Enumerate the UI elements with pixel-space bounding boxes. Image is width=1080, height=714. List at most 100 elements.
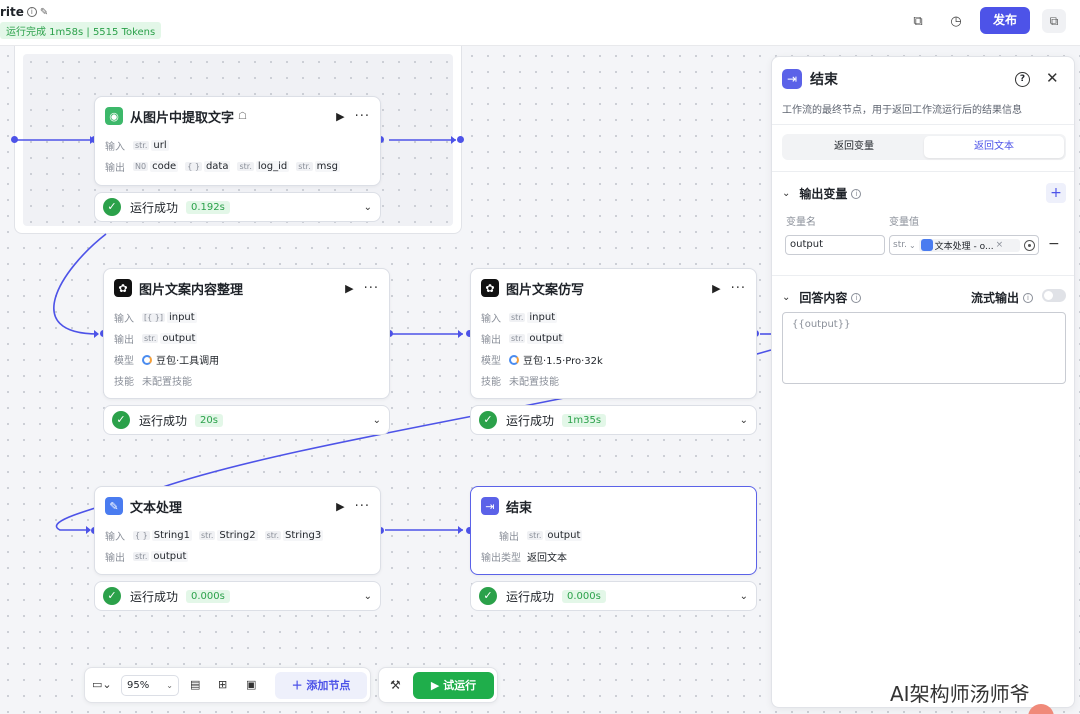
var-value-select[interactable]: str. ⌄ 文本处理 - o... ×	[889, 235, 1039, 255]
node-header[interactable]: ✿ 图片文案仿写 ▶ ···	[471, 269, 756, 307]
panel-title: 结束	[810, 72, 838, 88]
output-label: 输出	[105, 553, 125, 564]
answer-section[interactable]: ⌄ 回答内容 i	[782, 289, 862, 306]
output-row: 输出 str. output	[471, 525, 756, 546]
status-card-end[interactable]: ✓ 运行成功 0.000s ⌄	[470, 581, 757, 611]
chevron-down-icon[interactable]: ⌄	[740, 415, 748, 426]
panel-description: 工作流的最终节点，用于返回工作流运行后的结果信息	[782, 105, 1022, 116]
chevron-down-icon[interactable]: ⌄	[782, 292, 790, 303]
close-icon[interactable]: ×	[996, 240, 1004, 250]
play-icon[interactable]: ▶	[345, 282, 353, 295]
chevron-down-icon[interactable]: ⌄	[782, 188, 790, 199]
bottom-toolbar: ▭⌄ 95% ⌄ ▤ ⊞ ▣ ＋ 添加节点	[84, 667, 371, 703]
layout-icon[interactable]: ⊞	[218, 678, 227, 691]
node-header[interactable]: ✎ 文本处理 ▶ ···	[95, 487, 380, 525]
close-icon[interactable]: ✕	[1046, 69, 1059, 87]
chevron-down-icon[interactable]: ⌄	[364, 202, 372, 213]
node-organize-content[interactable]: ✿ 图片文案内容整理 ▶ ··· 输入 [{ }] input 输出 str. ou…	[103, 268, 390, 399]
divider	[772, 124, 1074, 125]
skill-row: 技能 未配置技能	[104, 370, 389, 391]
output-label: 输出	[114, 335, 134, 346]
node-title: 文本处理	[130, 500, 183, 516]
answer-content-editor[interactable]: {{output}}	[782, 312, 1066, 384]
minus-icon[interactable]: −	[1048, 236, 1060, 252]
status-card-extract[interactable]: ✓ 运行成功 0.192s ⌄	[94, 192, 381, 222]
time-badge: 1m35s	[562, 413, 607, 427]
input-tag: str. url	[133, 140, 169, 151]
status-card-organize[interactable]: ✓ 运行成功 20s ⌄	[103, 405, 390, 435]
test-run-button[interactable]: ▶ 试运行	[413, 672, 494, 699]
panel-header: ⇥ 结束	[782, 69, 838, 89]
arrowhead	[458, 526, 463, 534]
minimap-icon[interactable]: ▭⌄	[92, 678, 112, 691]
image-icon[interactable]: ▣	[246, 678, 256, 691]
output-vars-section[interactable]: ⌄ 输出变量 i	[782, 185, 862, 202]
status-text: 运行成功	[139, 413, 188, 428]
llm-icon: ✿	[481, 279, 499, 297]
model-icon	[509, 354, 519, 365]
node-title: 从图片中提取文字	[130, 110, 235, 126]
node-text-process[interactable]: ✎ 文本处理 ▶ ··· 输入 { } String1 str. String2 s…	[94, 486, 381, 575]
node-title: 图片文案仿写	[506, 282, 585, 298]
model-label: 模型	[114, 356, 134, 367]
chevron-down-icon[interactable]: ⌄	[373, 415, 381, 426]
time-badge: 0.000s	[186, 589, 230, 603]
wrench-icon[interactable]: ⚒	[390, 678, 401, 692]
model-name: 豆包·1.5·Pro·32k	[523, 356, 603, 367]
chevron-down-icon[interactable]: ⌄	[740, 591, 748, 602]
more-icon[interactable]: ···	[731, 281, 746, 296]
end-node-panel: ⇥ 结束 ? ✕ 工作流的最终节点，用于返回工作流运行后的结果信息 返回变量 返…	[771, 56, 1075, 708]
check-icon: ✓	[479, 411, 497, 429]
more-icon[interactable]: ···	[355, 499, 370, 514]
info-icon[interactable]: i	[1023, 292, 1034, 303]
chevron-down-icon[interactable]: ⌄	[909, 241, 916, 250]
stream-output-toggle[interactable]	[1042, 289, 1066, 302]
comment-icon[interactable]: ▤	[190, 678, 200, 691]
more-icon[interactable]: ···	[364, 281, 379, 296]
time-badge: 0.192s	[186, 200, 230, 214]
port[interactable]	[457, 136, 464, 143]
info-icon[interactable]: i	[851, 188, 862, 199]
node-header[interactable]: ⇥ 结束	[471, 487, 756, 525]
chevron-down-icon[interactable]: ⌄	[364, 591, 372, 602]
add-icon[interactable]: +	[1046, 183, 1066, 203]
input-tag: [{ }] input	[142, 312, 197, 323]
tab-return-text[interactable]: 返回文本	[924, 136, 1064, 158]
node-extract-text[interactable]: ◉ 从图片中提取文字 ☖ ▶ ··· 输入 str. url 输出 N0 code …	[94, 96, 381, 186]
node-header[interactable]: ◉ 从图片中提取文字 ☖ ▶ ···	[95, 97, 380, 135]
node-end[interactable]: ⇥ 结束 输出 str. output 输出类型 返回文本	[470, 486, 757, 575]
zoom-select[interactable]: 95% ⌄	[121, 675, 179, 696]
plugin-icon: ◉	[105, 107, 123, 125]
input-row: 输入 { } String1 str. String2 str. String3	[95, 525, 380, 546]
input-row: 输入 str. input	[471, 307, 756, 328]
var-ref-chip[interactable]: 文本处理 - o... ×	[918, 238, 1020, 252]
status-card-rewrite[interactable]: ✓ 运行成功 1m35s ⌄	[470, 405, 757, 435]
more-icon[interactable]: ···	[355, 109, 370, 124]
port[interactable]	[11, 136, 18, 143]
node-header[interactable]: ✿ 图片文案内容整理 ▶ ···	[104, 269, 389, 307]
add-node-button[interactable]: ＋ 添加节点	[275, 672, 367, 699]
skill-label: 技能	[114, 377, 134, 388]
test-run-label: 试运行	[443, 679, 477, 692]
output-tag: str. output	[509, 333, 565, 344]
output-row: 输出 str. output	[95, 546, 380, 567]
node-rewrite[interactable]: ✿ 图片文案仿写 ▶ ··· 输入 str. input 输出 str. outpu…	[470, 268, 757, 399]
output-tag: str. msg	[296, 161, 340, 172]
model-icon	[142, 354, 152, 365]
play-icon[interactable]: ▶	[712, 282, 720, 295]
play-icon[interactable]: ▶	[336, 110, 344, 123]
help-icon[interactable]: ?	[1015, 72, 1030, 87]
tab-return-variable[interactable]: 返回变量	[784, 136, 924, 158]
info-icon[interactable]: i	[851, 292, 862, 303]
target-icon[interactable]	[1024, 239, 1035, 251]
var-type[interactable]: str.	[893, 240, 907, 250]
var-name-input[interactable]: output	[785, 235, 885, 255]
arrowhead	[451, 136, 456, 144]
status-card-text-process[interactable]: ✓ 运行成功 0.000s ⌄	[94, 581, 381, 611]
output-label: 输出	[105, 163, 125, 174]
check-icon: ✓	[103, 587, 121, 605]
text-process-icon	[920, 239, 933, 251]
chevron-down-icon: ⌄	[166, 681, 173, 690]
return-mode-tabs: 返回变量 返回文本	[782, 134, 1066, 160]
play-icon[interactable]: ▶	[336, 500, 344, 513]
